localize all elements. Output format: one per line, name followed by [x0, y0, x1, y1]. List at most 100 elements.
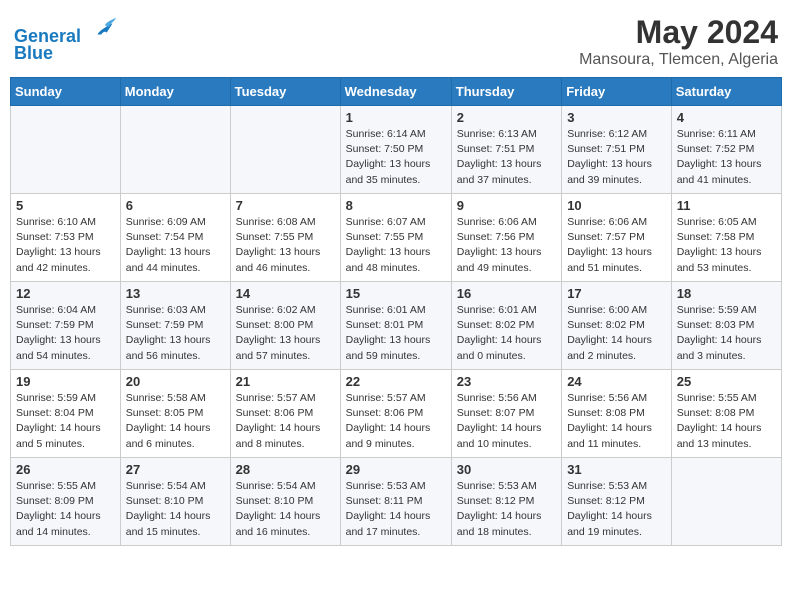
day-number: 28 [236, 462, 335, 477]
month-title: May 2024 [579, 14, 778, 51]
day-info: Sunrise: 6:11 AMSunset: 7:52 PMDaylight:… [677, 127, 776, 188]
day-cell: 9 Sunrise: 6:06 AMSunset: 7:56 PMDaylight… [451, 194, 561, 282]
day-header-monday: Monday [120, 78, 230, 106]
day-info: Sunrise: 5:56 AMSunset: 8:07 PMDaylight:… [457, 391, 556, 452]
day-header-sunday: Sunday [11, 78, 121, 106]
day-cell: 8Sunrise: 6:07 AMSunset: 7:55 PMDaylight… [340, 194, 451, 282]
week-row-1: 1 Sunrise: 6:14 AMSunset: 7:50 PMDaylight… [11, 106, 782, 194]
day-cell: 13 Sunrise: 6:03 AMSunset: 7:59 PMDayligh… [120, 282, 230, 370]
day-info: Sunrise: 5:57 AMSunset: 8:06 PMDaylight:… [346, 391, 446, 452]
day-info: Sunrise: 6:05 AMSunset: 7:58 PMDaylight:… [677, 215, 776, 276]
day-cell [11, 106, 121, 194]
day-number: 26 [16, 462, 115, 477]
day-info: Sunrise: 5:54 AMSunset: 8:10 PMDaylight:… [126, 479, 225, 540]
day-cell: 27Sunrise: 5:54 AMSunset: 8:10 PMDayligh… [120, 458, 230, 546]
day-cell: 14 Sunrise: 6:02 AMSunset: 8:00 PMDayligh… [230, 282, 340, 370]
week-row-3: 12 Sunrise: 6:04 AMSunset: 7:59 PMDayligh… [11, 282, 782, 370]
day-cell: 10 Sunrise: 6:06 AMSunset: 7:57 PMDayligh… [562, 194, 672, 282]
day-number: 12 [16, 286, 115, 301]
day-cell: 29 Sunrise: 5:53 AMSunset: 8:11 PMDayligh… [340, 458, 451, 546]
day-info: Sunrise: 6:00 AMSunset: 8:02 PMDaylight:… [567, 303, 666, 364]
day-info: Sunrise: 6:10 AMSunset: 7:53 PMDaylight:… [16, 215, 115, 276]
day-number: 9 [457, 198, 556, 213]
day-info: Sunrise: 6:06 AMSunset: 7:57 PMDaylight:… [567, 215, 666, 276]
day-number: 16 [457, 286, 556, 301]
day-header-thursday: Thursday [451, 78, 561, 106]
title-area: May 2024 Mansoura, Tlemcen, Algeria [579, 14, 778, 69]
day-info: Sunrise: 5:59 AMSunset: 8:04 PMDaylight:… [16, 391, 115, 452]
day-info: Sunrise: 6:02 AMSunset: 8:00 PMDaylight:… [236, 303, 335, 364]
days-header-row: SundayMondayTuesdayWednesdayThursdayFrid… [11, 78, 782, 106]
day-number: 30 [457, 462, 556, 477]
day-cell: 25 Sunrise: 5:55 AMSunset: 8:08 PMDayligh… [671, 370, 781, 458]
day-number: 18 [677, 286, 776, 301]
day-cell: 22 Sunrise: 5:57 AMSunset: 8:06 PMDayligh… [340, 370, 451, 458]
day-number: 20 [126, 374, 225, 389]
logo: General Blue [14, 14, 118, 64]
day-cell: 26 Sunrise: 5:55 AMSunset: 8:09 PMDayligh… [11, 458, 121, 546]
day-info: Sunrise: 5:57 AMSunset: 8:06 PMDaylight:… [236, 391, 335, 452]
day-info: Sunrise: 5:59 AMSunset: 8:03 PMDaylight:… [677, 303, 776, 364]
day-info: Sunrise: 6:14 AMSunset: 7:50 PMDaylight:… [346, 127, 446, 188]
day-info: Sunrise: 5:53 AMSunset: 8:11 PMDaylight:… [346, 479, 446, 540]
day-cell: 1 Sunrise: 6:14 AMSunset: 7:50 PMDaylight… [340, 106, 451, 194]
day-number: 22 [346, 374, 446, 389]
day-cell: 19Sunrise: 5:59 AMSunset: 8:04 PMDayligh… [11, 370, 121, 458]
day-number: 1 [346, 110, 446, 125]
day-number: 29 [346, 462, 446, 477]
day-cell: 17 Sunrise: 6:00 AMSunset: 8:02 PMDayligh… [562, 282, 672, 370]
day-cell: 21 Sunrise: 5:57 AMSunset: 8:06 PMDayligh… [230, 370, 340, 458]
day-info: Sunrise: 5:55 AMSunset: 8:08 PMDaylight:… [677, 391, 776, 452]
day-cell: 11Sunrise: 6:05 AMSunset: 7:58 PMDayligh… [671, 194, 781, 282]
day-cell: 15 Sunrise: 6:01 AMSunset: 8:01 PMDayligh… [340, 282, 451, 370]
day-info: Sunrise: 5:53 AMSunset: 8:12 PMDaylight:… [457, 479, 556, 540]
day-cell: 2 Sunrise: 6:13 AMSunset: 7:51 PMDaylight… [451, 106, 561, 194]
day-number: 13 [126, 286, 225, 301]
day-cell: 12 Sunrise: 6:04 AMSunset: 7:59 PMDayligh… [11, 282, 121, 370]
day-cell: 20Sunrise: 5:58 AMSunset: 8:05 PMDayligh… [120, 370, 230, 458]
day-info: Sunrise: 6:01 AMSunset: 8:01 PMDaylight:… [346, 303, 446, 364]
day-number: 15 [346, 286, 446, 301]
day-info: Sunrise: 6:03 AMSunset: 7:59 PMDaylight:… [126, 303, 225, 364]
day-info: Sunrise: 5:56 AMSunset: 8:08 PMDaylight:… [567, 391, 666, 452]
day-cell: 3 Sunrise: 6:12 AMSunset: 7:51 PMDaylight… [562, 106, 672, 194]
day-number: 21 [236, 374, 335, 389]
location-title: Mansoura, Tlemcen, Algeria [579, 51, 778, 69]
day-info: Sunrise: 6:13 AMSunset: 7:51 PMDaylight:… [457, 127, 556, 188]
day-number: 23 [457, 374, 556, 389]
day-cell: 18 Sunrise: 5:59 AMSunset: 8:03 PMDayligh… [671, 282, 781, 370]
day-number: 10 [567, 198, 666, 213]
day-info: Sunrise: 6:12 AMSunset: 7:51 PMDaylight:… [567, 127, 666, 188]
day-number: 7 [236, 198, 335, 213]
day-number: 4 [677, 110, 776, 125]
day-cell: 23 Sunrise: 5:56 AMSunset: 8:07 PMDayligh… [451, 370, 561, 458]
day-cell [120, 106, 230, 194]
day-number: 3 [567, 110, 666, 125]
logo-bird-icon [90, 14, 118, 42]
calendar-table: SundayMondayTuesdayWednesdayThursdayFrid… [10, 77, 782, 546]
day-cell: 7Sunrise: 6:08 AMSunset: 7:55 PMDaylight… [230, 194, 340, 282]
day-number: 25 [677, 374, 776, 389]
day-info: Sunrise: 6:04 AMSunset: 7:59 PMDaylight:… [16, 303, 115, 364]
day-cell: 16Sunrise: 6:01 AMSunset: 8:02 PMDayligh… [451, 282, 561, 370]
day-cell: 28Sunrise: 5:54 AMSunset: 8:10 PMDayligh… [230, 458, 340, 546]
week-row-5: 26 Sunrise: 5:55 AMSunset: 8:09 PMDayligh… [11, 458, 782, 546]
day-cell [230, 106, 340, 194]
week-row-2: 5Sunrise: 6:10 AMSunset: 7:53 PMDaylight… [11, 194, 782, 282]
day-number: 8 [346, 198, 446, 213]
logo-text: General [14, 14, 118, 47]
day-cell: 30 Sunrise: 5:53 AMSunset: 8:12 PMDayligh… [451, 458, 561, 546]
day-header-friday: Friday [562, 78, 672, 106]
day-header-saturday: Saturday [671, 78, 781, 106]
day-cell: 5Sunrise: 6:10 AMSunset: 7:53 PMDaylight… [11, 194, 121, 282]
day-info: Sunrise: 5:55 AMSunset: 8:09 PMDaylight:… [16, 479, 115, 540]
day-number: 2 [457, 110, 556, 125]
day-number: 6 [126, 198, 225, 213]
day-number: 17 [567, 286, 666, 301]
day-number: 24 [567, 374, 666, 389]
day-cell: 4 Sunrise: 6:11 AMSunset: 7:52 PMDaylight… [671, 106, 781, 194]
day-number: 14 [236, 286, 335, 301]
day-info: Sunrise: 6:06 AMSunset: 7:56 PMDaylight:… [457, 215, 556, 276]
day-cell: 24 Sunrise: 5:56 AMSunset: 8:08 PMDayligh… [562, 370, 672, 458]
day-cell [671, 458, 781, 546]
